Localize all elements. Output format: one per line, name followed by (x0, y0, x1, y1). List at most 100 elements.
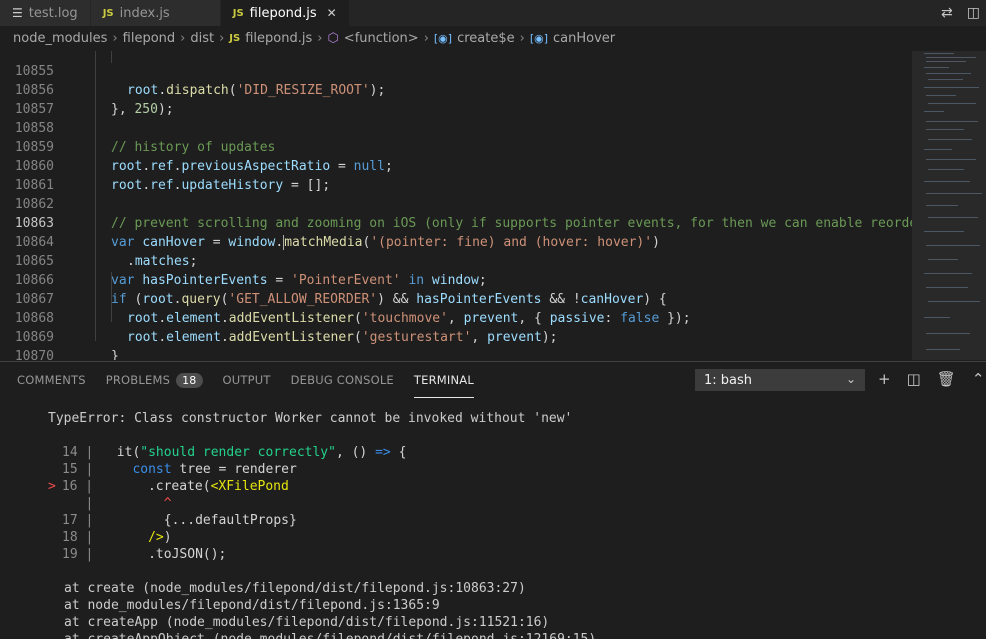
minimap-line (926, 61, 966, 62)
tab-terminal[interactable]: TERMINAL (413, 362, 474, 398)
terminal-selector[interactable]: 1: bash ⌄ (695, 369, 865, 391)
indent-guide (111, 272, 112, 322)
code-line: 10855 root.dispatch('DID_RESIZE_ROOT'); (0, 51, 912, 98)
chevron-down-icon: ⌄ (845, 372, 856, 386)
minimap-line (924, 87, 979, 88)
terminal-error: TypeError: Class constructor Worker cann… (48, 411, 573, 426)
tab-index-js[interactable]: JS index.js (90, 0, 221, 26)
breadcrumb-item[interactable]: canHover (553, 31, 615, 46)
split-editor-icon[interactable]: ◫ (967, 5, 980, 21)
chevron-right-icon: › (423, 31, 429, 46)
minimap-line (924, 67, 949, 68)
stack-frame: at createApp (node_modules/filepond/dist… (64, 615, 550, 630)
editor-tab-bar: ☰ test.log JS index.js JS filepond.js ✕ … (0, 0, 986, 26)
snippet-line: 15 | const tree = renderer (62, 462, 297, 477)
minimap-line (926, 129, 964, 130)
compare-changes-icon[interactable]: ⇄ (941, 5, 953, 21)
js-file-icon: JS (102, 7, 114, 19)
minimap-line (926, 349, 960, 350)
snippet-line: 14 | it("should render correctly", () =>… (62, 445, 407, 460)
editor-actions: ⇄ ◫ (941, 0, 986, 26)
minimap-line (926, 245, 980, 246)
variable-symbol-icon: [◉] (529, 32, 549, 45)
minimap-line (928, 217, 978, 218)
js-file-icon: JS (229, 33, 241, 44)
snippet-line: | ^ (77, 496, 172, 511)
minimap-line (928, 259, 958, 260)
minimap-line (926, 205, 958, 206)
chevron-right-icon: › (519, 31, 525, 46)
trash-icon[interactable]: 🗑 (937, 370, 956, 388)
breadcrumb-item[interactable]: dist (190, 31, 214, 46)
indent-guide (95, 51, 96, 341)
split-terminal-icon[interactable]: ◫ (907, 370, 921, 388)
minimap-line (924, 273, 972, 274)
minimap-line (926, 121, 978, 122)
code-line-current: 10863 var canHover = window.matchMedia('… (0, 195, 912, 250)
minimap-line (928, 169, 964, 170)
snippet-line: 17 | {...defaultProps} (62, 513, 297, 528)
minimap-line (928, 139, 972, 140)
tab-label: PROBLEMS (105, 373, 171, 387)
breadcrumb-item[interactable]: create$e (457, 31, 515, 46)
code-line: 10870 }; (0, 328, 912, 360)
close-icon[interactable]: ✕ (327, 6, 337, 20)
bottom-panel: COMMENTS PROBLEMS 18 OUTPUT DEBUG CONSOL… (0, 361, 986, 639)
snippet-line-highlight: >16 | .create(<XFilePond (48, 479, 289, 494)
breadcrumb-item[interactable]: node_modules (13, 31, 107, 46)
minimap-line (926, 287, 968, 288)
problems-count-badge: 18 (176, 372, 203, 388)
code-line: 10864 .matches; (0, 214, 912, 269)
stack-frame: at node_modules/filepond/dist/filepond.j… (64, 598, 440, 613)
minimap-line (924, 317, 950, 318)
indent-guide (111, 51, 112, 63)
new-terminal-icon[interactable]: + (878, 370, 891, 388)
minimap-line (928, 301, 980, 302)
minimap-line (924, 181, 970, 182)
tab-label: index.js (119, 5, 170, 21)
minimap-line (926, 333, 970, 334)
code-line: 10860 root.ref.updateHistory = []; (0, 138, 912, 193)
minimap-line (928, 79, 963, 80)
minimap-line (926, 73, 971, 74)
minimap-line (926, 193, 982, 194)
tab-filepond-js[interactable]: JS filepond.js ✕ (220, 0, 350, 26)
log-file-icon: ☰ (12, 6, 23, 20)
stack-frame: at createAppObject (node_modules/filepon… (64, 631, 596, 639)
terminal-output[interactable]: TypeError: Class constructor Worker cann… (0, 408, 986, 639)
chevron-right-icon: › (112, 31, 118, 46)
tab-output[interactable]: OUTPUT (223, 362, 271, 398)
breadcrumb-item[interactable]: filepond (123, 31, 176, 46)
snippet-line: 18 | />) (62, 530, 172, 545)
tab-label: test.log (28, 5, 78, 21)
panel-actions: + ◫ 🗑 ⌃ (878, 370, 984, 388)
code-line: 10869 } (0, 309, 912, 360)
code-line: 10859 root.ref.previousAspectRatio = nul… (0, 119, 912, 174)
breadcrumb-item[interactable]: filepond.js (245, 31, 312, 46)
minimap-line (924, 149, 952, 150)
breadcrumb: node_modules › filepond › dist › JS file… (0, 26, 986, 51)
minimap[interactable] (912, 51, 986, 360)
tab-debug-console[interactable]: DEBUG CONSOLE (291, 362, 394, 398)
tab-comments[interactable]: COMMENTS (17, 362, 86, 398)
minimap-line (928, 103, 976, 104)
code-line: 10865 var hasPointerEvents = 'PointerEve… (0, 233, 912, 288)
tab-problems[interactable]: PROBLEMS 18 (106, 362, 203, 398)
snippet-line: 19 | .toJSON(); (62, 547, 227, 562)
minimap-line (926, 159, 976, 160)
minimap-line (924, 53, 954, 54)
breadcrumb-item[interactable]: <function> (344, 31, 419, 46)
minimap-line (924, 231, 964, 232)
tab-test-log[interactable]: ☰ test.log (0, 0, 91, 26)
code-editor[interactable]: 10855 root.dispatch('DID_RESIZE_ROOT'); … (0, 51, 912, 360)
code-line: 10862 // prevent scrolling and zooming o… (0, 176, 912, 231)
stack-frame: at create (node_modules/filepond/dist/fi… (64, 581, 526, 596)
variable-symbol-icon: [◉] (433, 32, 453, 45)
code-line: 10868 root.element.addEventListener('ges… (0, 290, 912, 345)
code-line: 10856 }, 250); (0, 62, 912, 117)
code-line: 10867 root.element.addEventListener('tou… (0, 271, 912, 326)
code-line: 10861 (0, 157, 912, 193)
code-line: 10866 if (root.query('GET_ALLOW_REORDER'… (0, 252, 912, 307)
chevron-up-icon[interactable]: ⌃ (972, 370, 985, 388)
function-symbol-icon: ⬡ (327, 31, 339, 46)
